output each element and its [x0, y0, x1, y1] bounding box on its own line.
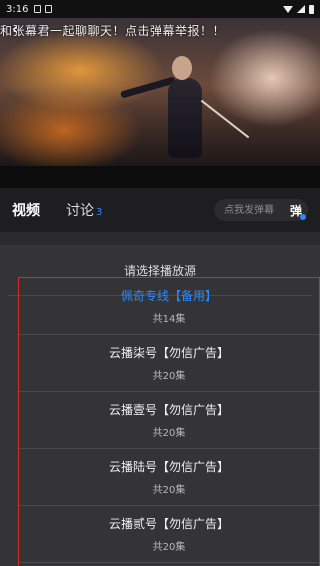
signal-icon — [297, 5, 305, 13]
danmaku-toggle-button[interactable]: 弹 — [290, 202, 306, 220]
source-name: 云播壹号【勿信广告】 — [108, 403, 229, 417]
figure-body — [168, 78, 202, 158]
tab-discuss-label: 讨论 — [66, 203, 94, 219]
danmaku-input-box[interactable]: 弹 — [214, 199, 308, 221]
source-episode-count: 共20集 — [152, 542, 186, 553]
notification-icon — [34, 5, 42, 13]
danmaku-comment[interactable]: 和张幕君一起聊聊天！点击弹幕举报！！ — [0, 22, 225, 39]
source-item[interactable]: 云播柒号【勿信广告】 共20集 — [19, 335, 319, 392]
discuss-count-badge: 3 — [96, 207, 103, 218]
source-episode-count: 共20集 — [152, 485, 186, 496]
source-item[interactable]: 云播陆号【勿信广告】 共20集 — [19, 449, 319, 506]
video-player[interactable]: 和张幕君一起聊聊天！点击弹幕举报！！ ‹ — [0, 18, 320, 188]
source-item[interactable]: 云播贰号【勿信广告】 共20集 — [19, 506, 319, 563]
source-episode-count: 共14集 — [152, 314, 186, 325]
back-arrow-icon[interactable]: ‹ — [6, 20, 24, 38]
video-letterbox — [0, 166, 320, 188]
tab-bar: 视频 讨论3 弹 — [0, 188, 320, 232]
danmaku-toggle-dot — [300, 213, 306, 220]
source-episode-count: 共20集 — [152, 371, 186, 382]
danmaku-input[interactable] — [222, 203, 290, 217]
status-bar: 3:16 — [0, 0, 320, 18]
video-frame — [0, 18, 320, 168]
source-name: 佩奇专线【备用】 — [120, 289, 217, 303]
tab-video[interactable]: 视频 — [12, 200, 40, 220]
notification-icon — [45, 5, 53, 13]
source-episode-count: 共20集 — [152, 428, 186, 439]
battery-icon — [309, 4, 314, 14]
figure-sword — [200, 99, 250, 139]
source-name: 云播柒号【勿信广告】 — [108, 346, 229, 360]
wifi-icon — [283, 5, 293, 13]
source-item[interactable]: 佩奇专线【备用】 共14集 — [19, 278, 319, 335]
tab-discuss[interactable]: 讨论 3 — [66, 200, 102, 220]
source-list: 佩奇专线【备用】 共14集 云播柒号【勿信广告】 共20集 云播壹号【勿信广告】… — [18, 277, 320, 566]
source-name: 云播贰号【勿信广告】 — [108, 517, 229, 531]
source-item[interactable]: 云播壹号【勿信广告】 共20集 — [19, 392, 319, 449]
source-picker-sheet: 请选择播放源 佩奇专线【备用】 共14集 云播柒号【勿信广告】 共20集 云播壹… — [0, 245, 320, 566]
figure-head — [172, 56, 192, 80]
status-indicators — [283, 4, 314, 14]
source-name: 云播陆号【勿信广告】 — [108, 460, 229, 474]
status-time: 3:16 — [6, 3, 29, 15]
